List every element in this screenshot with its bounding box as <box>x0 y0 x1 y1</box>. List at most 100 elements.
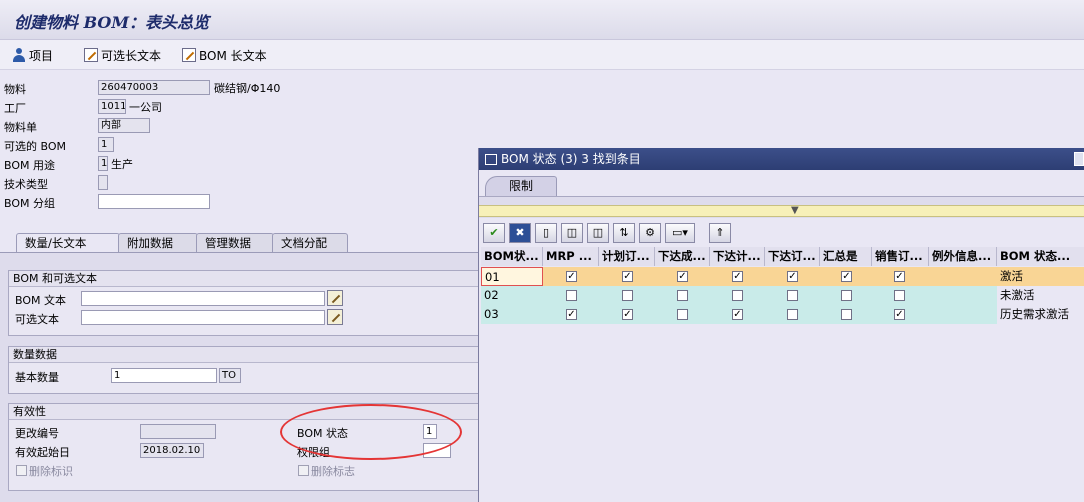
row-checkbox[interactable] <box>732 290 743 301</box>
bom-doc-field[interactable]: 内部 <box>98 118 150 133</box>
col-header-planned[interactable]: 计划订... <box>599 247 655 266</box>
tab-additional-data[interactable]: 附加数据 <box>118 233 198 253</box>
alt-text-field[interactable] <box>81 310 325 325</box>
application-toolbar: 项目 可选长文本 BOM 长文本 <box>0 40 1084 70</box>
change-no-label: 更改编号 <box>15 427 59 440</box>
tech-type-label: 技术类型 <box>4 178 48 191</box>
bom-usage-field[interactable]: 1 <box>98 156 108 171</box>
alt-bom-field[interactable]: 1 <box>98 137 114 152</box>
find-next-icon[interactable]: ◫ <box>587 223 609 243</box>
col-header-mrp[interactable]: MRP ... <box>543 247 599 266</box>
row-status-desc: 历史需求激活 <box>997 305 1084 324</box>
change-no-field[interactable] <box>140 424 216 439</box>
col-header-release-order[interactable]: 下达订... <box>765 247 820 266</box>
row-checkbox[interactable]: ✓ <box>566 309 577 320</box>
row-checkbox[interactable] <box>841 290 852 301</box>
bom-text-label: BOM 文本 <box>15 294 66 307</box>
edit-icon <box>84 48 98 62</box>
row-code: 03 <box>484 307 499 321</box>
alt-text-label: 可选文本 <box>15 313 59 326</box>
row-checkbox[interactable] <box>841 309 852 320</box>
row-checkbox[interactable]: ✓ <box>566 271 577 282</box>
plant-label: 工厂 <box>4 102 26 115</box>
row-checkbox[interactable] <box>622 290 633 301</box>
upload-icon[interactable]: ⇑ <box>709 223 731 243</box>
edit-icon <box>182 48 196 62</box>
tab-doc-assignment[interactable]: 文档分配 <box>272 233 348 253</box>
tab-admin-data[interactable]: 管理数据 <box>196 233 274 253</box>
qty-data-group: 数量数据 基本数量 1 TO <box>8 346 480 394</box>
bom-long-text-label: BOM 长文本 <box>199 48 267 63</box>
row-checkbox[interactable] <box>787 309 798 320</box>
delete-indicator-checkbox[interactable] <box>16 465 27 476</box>
bom-text-field[interactable] <box>81 291 325 306</box>
valid-from-label: 有效起始日 <box>15 446 70 459</box>
table-row[interactable]: 01 ✓ ✓ ✓ ✓ ✓ ✓ ✓ 激活 <box>481 267 1084 286</box>
item-button[interactable]: 项目 <box>12 46 53 64</box>
delete-flag-label: 删除标志 <box>311 465 355 478</box>
row-checkbox[interactable]: ✓ <box>732 309 743 320</box>
table-row[interactable]: 03 ✓ ✓ ✓ ✓ 历史需求激活 <box>481 305 1084 324</box>
triangle-down-icon: ▼ <box>791 205 799 216</box>
highlight-annotation <box>280 404 462 460</box>
bom-text-edit-icon[interactable] <box>327 290 343 306</box>
bom-doc-label: 物料单 <box>4 121 37 134</box>
col-header-sales[interactable]: 销售订... <box>872 247 929 266</box>
sort-icon[interactable]: ⇅ <box>613 223 635 243</box>
col-header-status-desc[interactable]: BOM 状态... <box>997 247 1084 266</box>
bom-long-text-button[interactable]: BOM 长文本 <box>182 46 267 64</box>
row-checkbox[interactable] <box>787 290 798 301</box>
row-checkbox[interactable]: ✓ <box>841 271 852 282</box>
tab-restriction[interactable]: 限制 <box>485 176 557 196</box>
qty-data-group-title: 数量数据 <box>9 347 479 363</box>
delete-flag-checkbox[interactable] <box>298 465 309 476</box>
row-checkbox[interactable] <box>566 290 577 301</box>
plant-field[interactable]: 1011 <box>98 99 126 114</box>
item-button-label: 项目 <box>29 48 54 63</box>
find-icon[interactable]: ◫ <box>561 223 583 243</box>
col-header-release-cost[interactable]: 下达成... <box>655 247 710 266</box>
confirm-icon[interactable]: ✔ <box>483 223 505 243</box>
col-header-exception[interactable]: 例外信息... <box>929 247 997 266</box>
row-checkbox[interactable] <box>894 290 905 301</box>
alt-text-edit-icon[interactable] <box>327 309 343 325</box>
col-header-summary[interactable]: 汇总是 <box>820 247 872 266</box>
tech-type-field[interactable] <box>98 175 108 190</box>
bom-group-field[interactable] <box>98 194 210 209</box>
tab-panel: BOM 和可选文本 BOM 文本 可选文本 数量数据 基本数量 1 TO 有效性… <box>0 252 480 502</box>
row-checkbox[interactable]: ✓ <box>732 271 743 282</box>
restriction-toggle-bar[interactable]: ▼ <box>479 205 1084 217</box>
table-row[interactable]: 02 未激活 <box>481 286 1084 305</box>
alt-long-text-label: 可选长文本 <box>101 48 162 63</box>
col-header-code[interactable]: BOM状... <box>481 247 543 266</box>
title-bar: 创建物料 BOM：表头总览 <box>0 0 1084 40</box>
row-checkbox[interactable] <box>677 290 688 301</box>
col-header-release-plan[interactable]: 下达计... <box>710 247 765 266</box>
base-qty-label: 基本数量 <box>15 371 59 384</box>
row-checkbox[interactable]: ✓ <box>787 271 798 282</box>
material-field[interactable]: 260470003 <box>98 80 210 95</box>
bom-usage-description: 生产 <box>111 158 133 171</box>
valid-from-field[interactable]: 2018.02.10 <box>140 443 204 458</box>
alt-long-text-button[interactable]: 可选长文本 <box>84 46 161 64</box>
base-qty-field[interactable]: 1 <box>111 368 217 383</box>
row-checkbox[interactable]: ✓ <box>622 271 633 282</box>
row-checkbox[interactable]: ✓ <box>622 309 633 320</box>
row-status-desc: 未激活 <box>997 286 1084 305</box>
row-checkbox[interactable] <box>677 309 688 320</box>
bom-group-label: BOM 分组 <box>4 197 55 210</box>
row-checkbox[interactable]: ✓ <box>677 271 688 282</box>
row-code: 01 <box>481 267 543 286</box>
row-checkbox[interactable]: ✓ <box>894 309 905 320</box>
row-code: 02 <box>484 288 499 302</box>
settings-icon[interactable]: ⚙ <box>639 223 661 243</box>
unit-field[interactable]: TO <box>219 368 241 383</box>
tab-qty-long-text[interactable]: 数量/长文本 <box>16 233 120 254</box>
print-icon[interactable]: ▭▾ <box>665 223 695 243</box>
bom-text-group-title: BOM 和可选文本 <box>9 271 479 287</box>
row-checkbox[interactable]: ✓ <box>894 271 905 282</box>
new-icon[interactable]: ▯ <box>535 223 557 243</box>
dialog-close-icon[interactable] <box>1074 152 1084 166</box>
cancel-icon[interactable]: ✖ <box>509 223 531 243</box>
material-label: 物料 <box>4 83 26 96</box>
